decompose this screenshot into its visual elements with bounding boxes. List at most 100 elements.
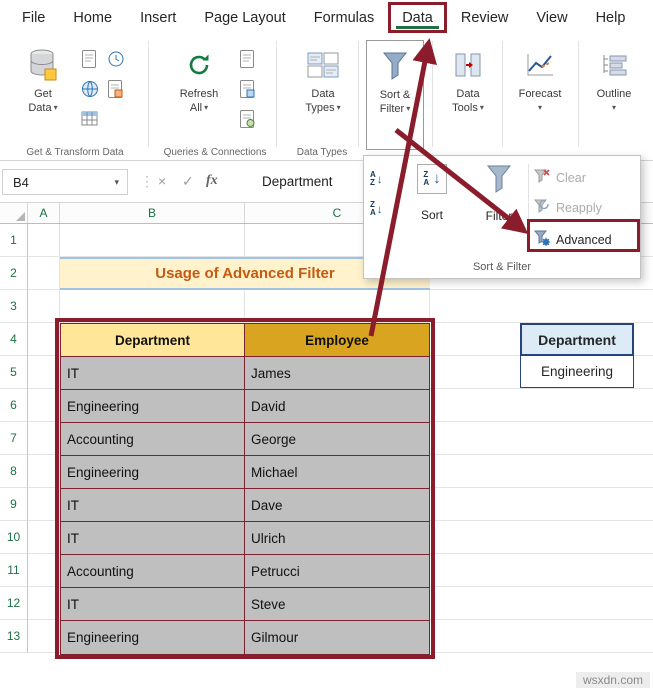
refresh-all-button[interactable]: Refresh All ▾ bbox=[168, 43, 230, 115]
cell-department[interactable]: Engineering bbox=[61, 456, 245, 489]
row-header-5[interactable]: 5 bbox=[0, 356, 28, 389]
cell[interactable] bbox=[28, 323, 60, 356]
sort-descending-icon[interactable]: ZA ↓ bbox=[370, 196, 398, 222]
cell[interactable] bbox=[28, 488, 60, 521]
drag-handle-icon[interactable]: ⋮ bbox=[140, 173, 154, 190]
queries-connections-icon[interactable] bbox=[238, 48, 258, 70]
row-header-7[interactable]: 7 bbox=[0, 422, 28, 455]
cell-employee[interactable]: Gilmour bbox=[245, 621, 429, 654]
cell-employee[interactable]: Dave bbox=[245, 489, 429, 522]
custom-sort-button[interactable]: ZA ↓ Sort bbox=[408, 164, 456, 222]
name-box[interactable]: B4 ▾ bbox=[2, 169, 128, 195]
tab-page-layout[interactable]: Page Layout bbox=[190, 0, 299, 35]
sort-ascending-icon[interactable]: AZ ↓ bbox=[370, 166, 398, 192]
cell-employee[interactable]: Petrucci bbox=[245, 555, 429, 588]
cell-department[interactable]: IT bbox=[61, 522, 245, 555]
tab-view[interactable]: View bbox=[522, 0, 581, 35]
cell-employee[interactable]: George bbox=[245, 423, 429, 456]
cell[interactable] bbox=[60, 290, 245, 323]
data-types-button[interactable]: Data Types ▾ bbox=[292, 43, 354, 115]
enter-icon[interactable]: ✓ bbox=[182, 173, 194, 190]
cell[interactable] bbox=[430, 620, 653, 653]
row-header-11[interactable]: 11 bbox=[0, 554, 28, 587]
tab-data[interactable]: Data bbox=[388, 2, 447, 33]
sort-and-filter-button[interactable]: Sort & Filter ▾ bbox=[366, 40, 424, 150]
cell-employee[interactable]: David bbox=[245, 390, 429, 423]
cell[interactable] bbox=[430, 455, 653, 488]
cell[interactable] bbox=[28, 356, 60, 389]
formula-input[interactable]: Department bbox=[262, 174, 333, 189]
column-header-b[interactable]: B bbox=[60, 203, 245, 223]
row-header-2[interactable]: 2 bbox=[0, 257, 28, 290]
cell-department[interactable]: IT bbox=[61, 357, 245, 390]
tab-formulas[interactable]: Formulas bbox=[300, 0, 388, 35]
cell[interactable] bbox=[430, 389, 653, 422]
cell-department[interactable]: Engineering bbox=[61, 621, 245, 654]
cell[interactable] bbox=[28, 521, 60, 554]
cell-employee[interactable]: James bbox=[245, 357, 429, 390]
cell[interactable] bbox=[28, 455, 60, 488]
table-header-employee[interactable]: Employee bbox=[245, 324, 429, 357]
chevron-down-icon[interactable]: ▾ bbox=[114, 177, 119, 188]
properties-icon[interactable] bbox=[238, 78, 258, 100]
outline-button[interactable]: Outline ▾ bbox=[584, 43, 644, 115]
cell[interactable] bbox=[430, 488, 653, 521]
cell[interactable] bbox=[28, 587, 60, 620]
criteria-header[interactable]: Department bbox=[520, 323, 634, 356]
cell[interactable] bbox=[430, 422, 653, 455]
cancel-icon[interactable]: × bbox=[158, 173, 166, 189]
cell[interactable] bbox=[430, 587, 653, 620]
row-header-13[interactable]: 13 bbox=[0, 620, 28, 653]
row-header-4[interactable]: 4 bbox=[0, 323, 28, 356]
forecast-button[interactable]: Forecast ▾ bbox=[508, 43, 572, 115]
cell[interactable] bbox=[28, 257, 60, 290]
from-text-csv-icon[interactable] bbox=[80, 48, 100, 70]
data-tools-button[interactable]: Data Tools ▾ bbox=[438, 43, 498, 115]
select-all-corner[interactable] bbox=[0, 203, 28, 223]
cell[interactable] bbox=[430, 521, 653, 554]
cell-department[interactable]: IT bbox=[61, 489, 245, 522]
edit-links-icon[interactable] bbox=[238, 108, 258, 130]
row-header-8[interactable]: 8 bbox=[0, 455, 28, 488]
existing-connections-icon[interactable] bbox=[106, 78, 126, 100]
cell-department[interactable]: IT bbox=[61, 588, 245, 621]
cell-department[interactable]: Accounting bbox=[61, 555, 245, 588]
tab-review[interactable]: Review bbox=[447, 0, 523, 35]
row-header-6[interactable]: 6 bbox=[0, 389, 28, 422]
cell[interactable] bbox=[60, 224, 245, 257]
cell[interactable] bbox=[430, 554, 653, 587]
row-header-10[interactable]: 10 bbox=[0, 521, 28, 554]
cell[interactable] bbox=[430, 290, 653, 323]
cell[interactable] bbox=[28, 290, 60, 323]
column-header-a[interactable]: A bbox=[28, 203, 60, 223]
filter-button[interactable]: Filter bbox=[476, 164, 522, 223]
from-web-icon[interactable] bbox=[80, 78, 100, 100]
tab-file[interactable]: File bbox=[8, 0, 59, 35]
table-header-department[interactable]: Department bbox=[61, 324, 245, 357]
cell-employee[interactable]: Michael bbox=[245, 456, 429, 489]
cell-department[interactable]: Engineering bbox=[61, 390, 245, 423]
recent-sources-icon[interactable] bbox=[106, 48, 126, 70]
cell[interactable] bbox=[245, 290, 430, 323]
cell[interactable] bbox=[28, 620, 60, 653]
cell[interactable] bbox=[28, 422, 60, 455]
cell-employee[interactable]: Steve bbox=[245, 588, 429, 621]
criteria-value[interactable]: Engineering bbox=[520, 356, 634, 388]
row-header-1[interactable]: 1 bbox=[0, 224, 28, 257]
cell[interactable] bbox=[28, 224, 60, 257]
cell[interactable] bbox=[28, 389, 60, 422]
tab-help[interactable]: Help bbox=[582, 0, 640, 35]
row-header-9[interactable]: 9 bbox=[0, 488, 28, 521]
from-table-range-icon[interactable] bbox=[80, 108, 100, 130]
advanced-menu-item[interactable]: Advanced bbox=[533, 230, 612, 249]
tab-home[interactable]: Home bbox=[59, 0, 126, 35]
get-data-button[interactable]: Get Data ▾ bbox=[12, 43, 74, 115]
tab-insert[interactable]: Insert bbox=[126, 0, 190, 35]
cell-employee[interactable]: Ulrich bbox=[245, 522, 429, 555]
cell[interactable] bbox=[28, 554, 60, 587]
get-data-label-2: Data bbox=[28, 102, 52, 114]
cell-department[interactable]: Accounting bbox=[61, 423, 245, 456]
row-header-3[interactable]: 3 bbox=[0, 290, 28, 323]
insert-function-icon[interactable]: fx bbox=[206, 173, 218, 189]
row-header-12[interactable]: 12 bbox=[0, 587, 28, 620]
